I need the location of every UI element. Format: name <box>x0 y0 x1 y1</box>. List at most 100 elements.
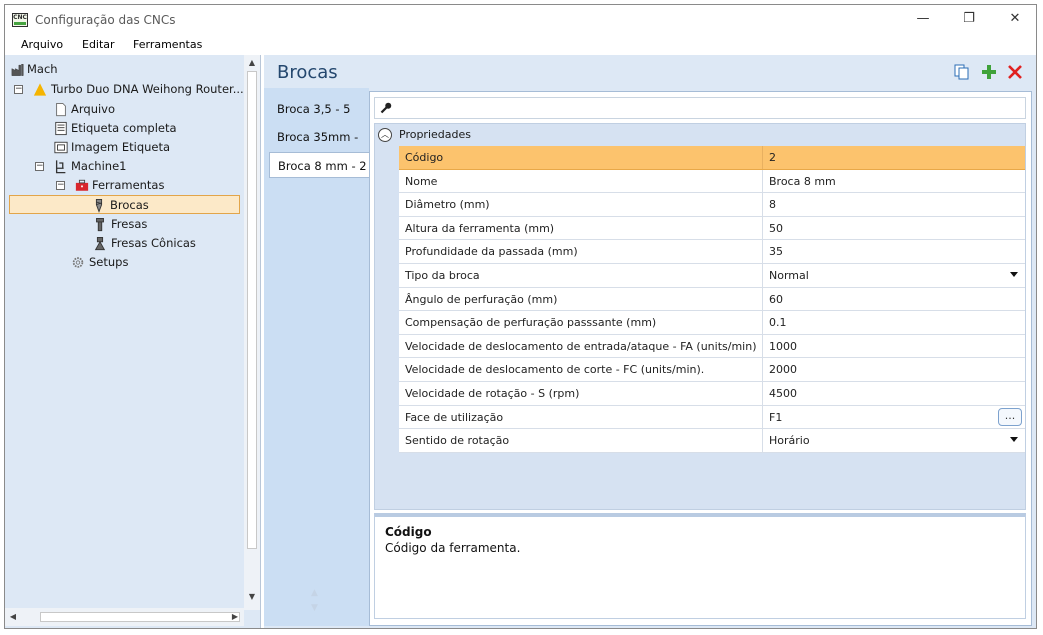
property-value[interactable]: Horário <box>769 434 810 447</box>
scroll-up-icon[interactable]: ▲ <box>244 55 260 71</box>
window-title: Configuração das CNCs <box>35 13 176 27</box>
property-value[interactable]: 50 <box>769 222 783 235</box>
browse-button[interactable]: ... <box>998 407 1022 426</box>
tree-item-label: Setups <box>89 255 129 269</box>
scroll-right-icon[interactable]: ▶ <box>227 608 243 626</box>
factory-icon <box>11 64 24 76</box>
dropdown-arrow-icon[interactable] <box>1010 272 1018 277</box>
wrench-icon <box>380 102 392 114</box>
tree-item-label: Arquivo <box>71 102 116 116</box>
property-search[interactable] <box>374 97 1026 119</box>
list-scroll-up-icon[interactable]: ▲ <box>311 588 318 598</box>
collapse-category-icon[interactable]: ︿ <box>378 128 392 142</box>
property-value[interactable]: 2 <box>769 151 776 164</box>
tree-item-label: Mach <box>27 62 58 76</box>
description-title: Código <box>385 525 432 539</box>
maximize-button[interactable]: ❐ <box>946 5 992 35</box>
property-name: Face de utilização <box>405 410 504 424</box>
copy-icon[interactable] <box>954 64 970 80</box>
minimize-button[interactable]: — <box>900 5 946 35</box>
property-value[interactable]: 2000 <box>769 363 797 376</box>
property-row[interactable]: Profundidade da passada (mm) 35 <box>399 240 1025 264</box>
property-row[interactable]: Velocidade de deslocamento de corte - FC… <box>399 358 1025 382</box>
collapse-icon[interactable]: − <box>35 162 44 171</box>
mill-bit-icon <box>96 217 104 232</box>
property-row[interactable]: Sentido de rotação Horário <box>399 429 1025 453</box>
menu-ferramentas[interactable]: Ferramentas <box>133 38 202 51</box>
tree-item-label: Machine1 <box>71 159 127 173</box>
property-name: Velocidade de rotação - S (rpm) <box>405 387 580 400</box>
property-name: Diâmetro (mm) <box>405 198 490 212</box>
scroll-thumb[interactable] <box>40 612 240 622</box>
tree-vertical-scrollbar[interactable]: ▲ ▼ <box>244 55 260 610</box>
property-row[interactable]: Velocidade de rotação - S (rpm) 4500 <box>399 382 1025 406</box>
property-value[interactable]: F1 <box>769 411 782 424</box>
property-name: Código <box>405 151 444 164</box>
delete-icon[interactable] <box>1007 64 1023 80</box>
category-propriedades[interactable]: ︿ Propriedades <box>375 124 1025 146</box>
tree-item-etiqueta-completa[interactable]: Etiqueta completa <box>9 119 239 138</box>
menu-bar: Arquivo Editar Ferramentas <box>5 35 1036 55</box>
description-panel: Código Código da ferramenta. <box>374 513 1026 619</box>
tree-horizontal-scrollbar[interactable]: ◀ ▶ <box>5 608 244 626</box>
collapse-icon[interactable]: − <box>56 181 65 190</box>
property-name: Compensação de perfuração passsante (mm) <box>405 316 657 330</box>
property-value[interactable]: 8 <box>769 198 776 211</box>
property-value[interactable]: 4500 <box>769 387 797 400</box>
tab-broca-35mm[interactable]: Broca 35mm - 8 <box>269 124 366 170</box>
property-value[interactable]: Broca 8 mm <box>769 175 836 188</box>
scroll-thumb[interactable] <box>247 71 257 549</box>
tree-item-brocas[interactable]: Brocas <box>9 195 240 214</box>
property-row[interactable]: Compensação de perfuração passsante (mm)… <box>399 311 1025 335</box>
collapse-icon[interactable]: − <box>14 85 23 94</box>
tab-broca-8mm[interactable]: Broca 8 mm - 2 <box>269 152 369 178</box>
close-window-button[interactable]: ✕ <box>992 5 1036 35</box>
menu-arquivo[interactable]: Arquivo <box>21 38 63 51</box>
tree-item-ferramentas[interactable]: − Ferramentas <box>9 176 239 195</box>
property-name: Profundidade da passada (mm) <box>405 245 578 259</box>
tree-item-setups[interactable]: Setups <box>9 253 239 272</box>
toolbox-icon <box>75 179 89 191</box>
dropdown-arrow-icon[interactable] <box>1010 437 1018 443</box>
property-row[interactable]: Velocidade de deslocamento de entrada/at… <box>399 334 1025 359</box>
tree-item-label: Imagem Etiqueta <box>71 140 171 154</box>
main-window: CNC Configuração das CNCs — ❐ ✕ Arquivo … <box>4 4 1037 629</box>
tree-item-label: Turbo Duo DNA Weihong Router... <box>51 82 244 96</box>
scroll-down-icon[interactable]: ▼ <box>244 589 260 605</box>
property-row[interactable]: Face de utilização F1 ... <box>399 405 1025 430</box>
title-bar: CNC Configuração das CNCs — ❐ ✕ <box>5 5 1036 35</box>
tree-item-machine-profile[interactable]: − Turbo Duo DNA Weihong Router... <box>9 80 245 99</box>
property-value[interactable]: 1000 <box>769 340 797 353</box>
add-icon[interactable] <box>981 64 997 80</box>
property-row[interactable]: Diâmetro (mm) 8 <box>399 193 1025 217</box>
property-row[interactable]: Nome Broca 8 mm <box>399 169 1025 194</box>
property-value[interactable]: 35 <box>769 245 783 258</box>
scroll-left-icon[interactable]: ◀ <box>5 608 21 626</box>
tree-item-label: Brocas <box>110 198 149 212</box>
warning-icon <box>33 83 47 96</box>
tree-item-fresas-conicas[interactable]: Fresas Cônicas <box>9 234 245 253</box>
menu-editar[interactable]: Editar <box>82 38 115 51</box>
category-label: Propriedades <box>399 128 471 141</box>
tool-editor-area: Brocas Broca 3,5 - 5 Broca 35mm - 8 Broc… <box>264 55 1036 628</box>
conical-mill-icon <box>94 236 106 251</box>
property-name: Velocidade de deslocamento de entrada/at… <box>405 339 757 353</box>
property-row[interactable]: Tipo da broca Normal <box>399 264 1025 288</box>
tree-item-label: Fresas Cônicas <box>111 236 196 250</box>
tree-item-mach[interactable]: Mach <box>9 60 239 79</box>
tree-item-fresas[interactable]: Fresas <box>9 215 239 234</box>
property-row[interactable]: Ângulo de perfuração (mm) 60 <box>399 287 1025 312</box>
tree-item-imagem-etiqueta[interactable]: Imagem Etiqueta <box>9 138 239 157</box>
tree-item-arquivo[interactable]: Arquivo <box>9 100 239 119</box>
tree-panel: Mach − Turbo Duo DNA Weihong Router... A… <box>5 55 261 628</box>
tree-item-machine1[interactable]: − Machine1 <box>9 157 245 176</box>
property-value[interactable]: 60 <box>769 293 783 306</box>
property-row[interactable]: Altura da ferramenta (mm) 50 <box>399 216 1025 241</box>
file-icon <box>56 102 66 117</box>
property-row[interactable]: Código 2 <box>399 146 1025 170</box>
list-scroll-down-icon[interactable]: ▼ <box>311 603 318 613</box>
property-value[interactable]: Normal <box>769 269 809 282</box>
tab-broca-3-5[interactable]: Broca 3,5 - 5 <box>269 96 366 122</box>
property-value[interactable]: 0.1 <box>769 316 787 329</box>
app-icon: CNC <box>12 13 28 27</box>
